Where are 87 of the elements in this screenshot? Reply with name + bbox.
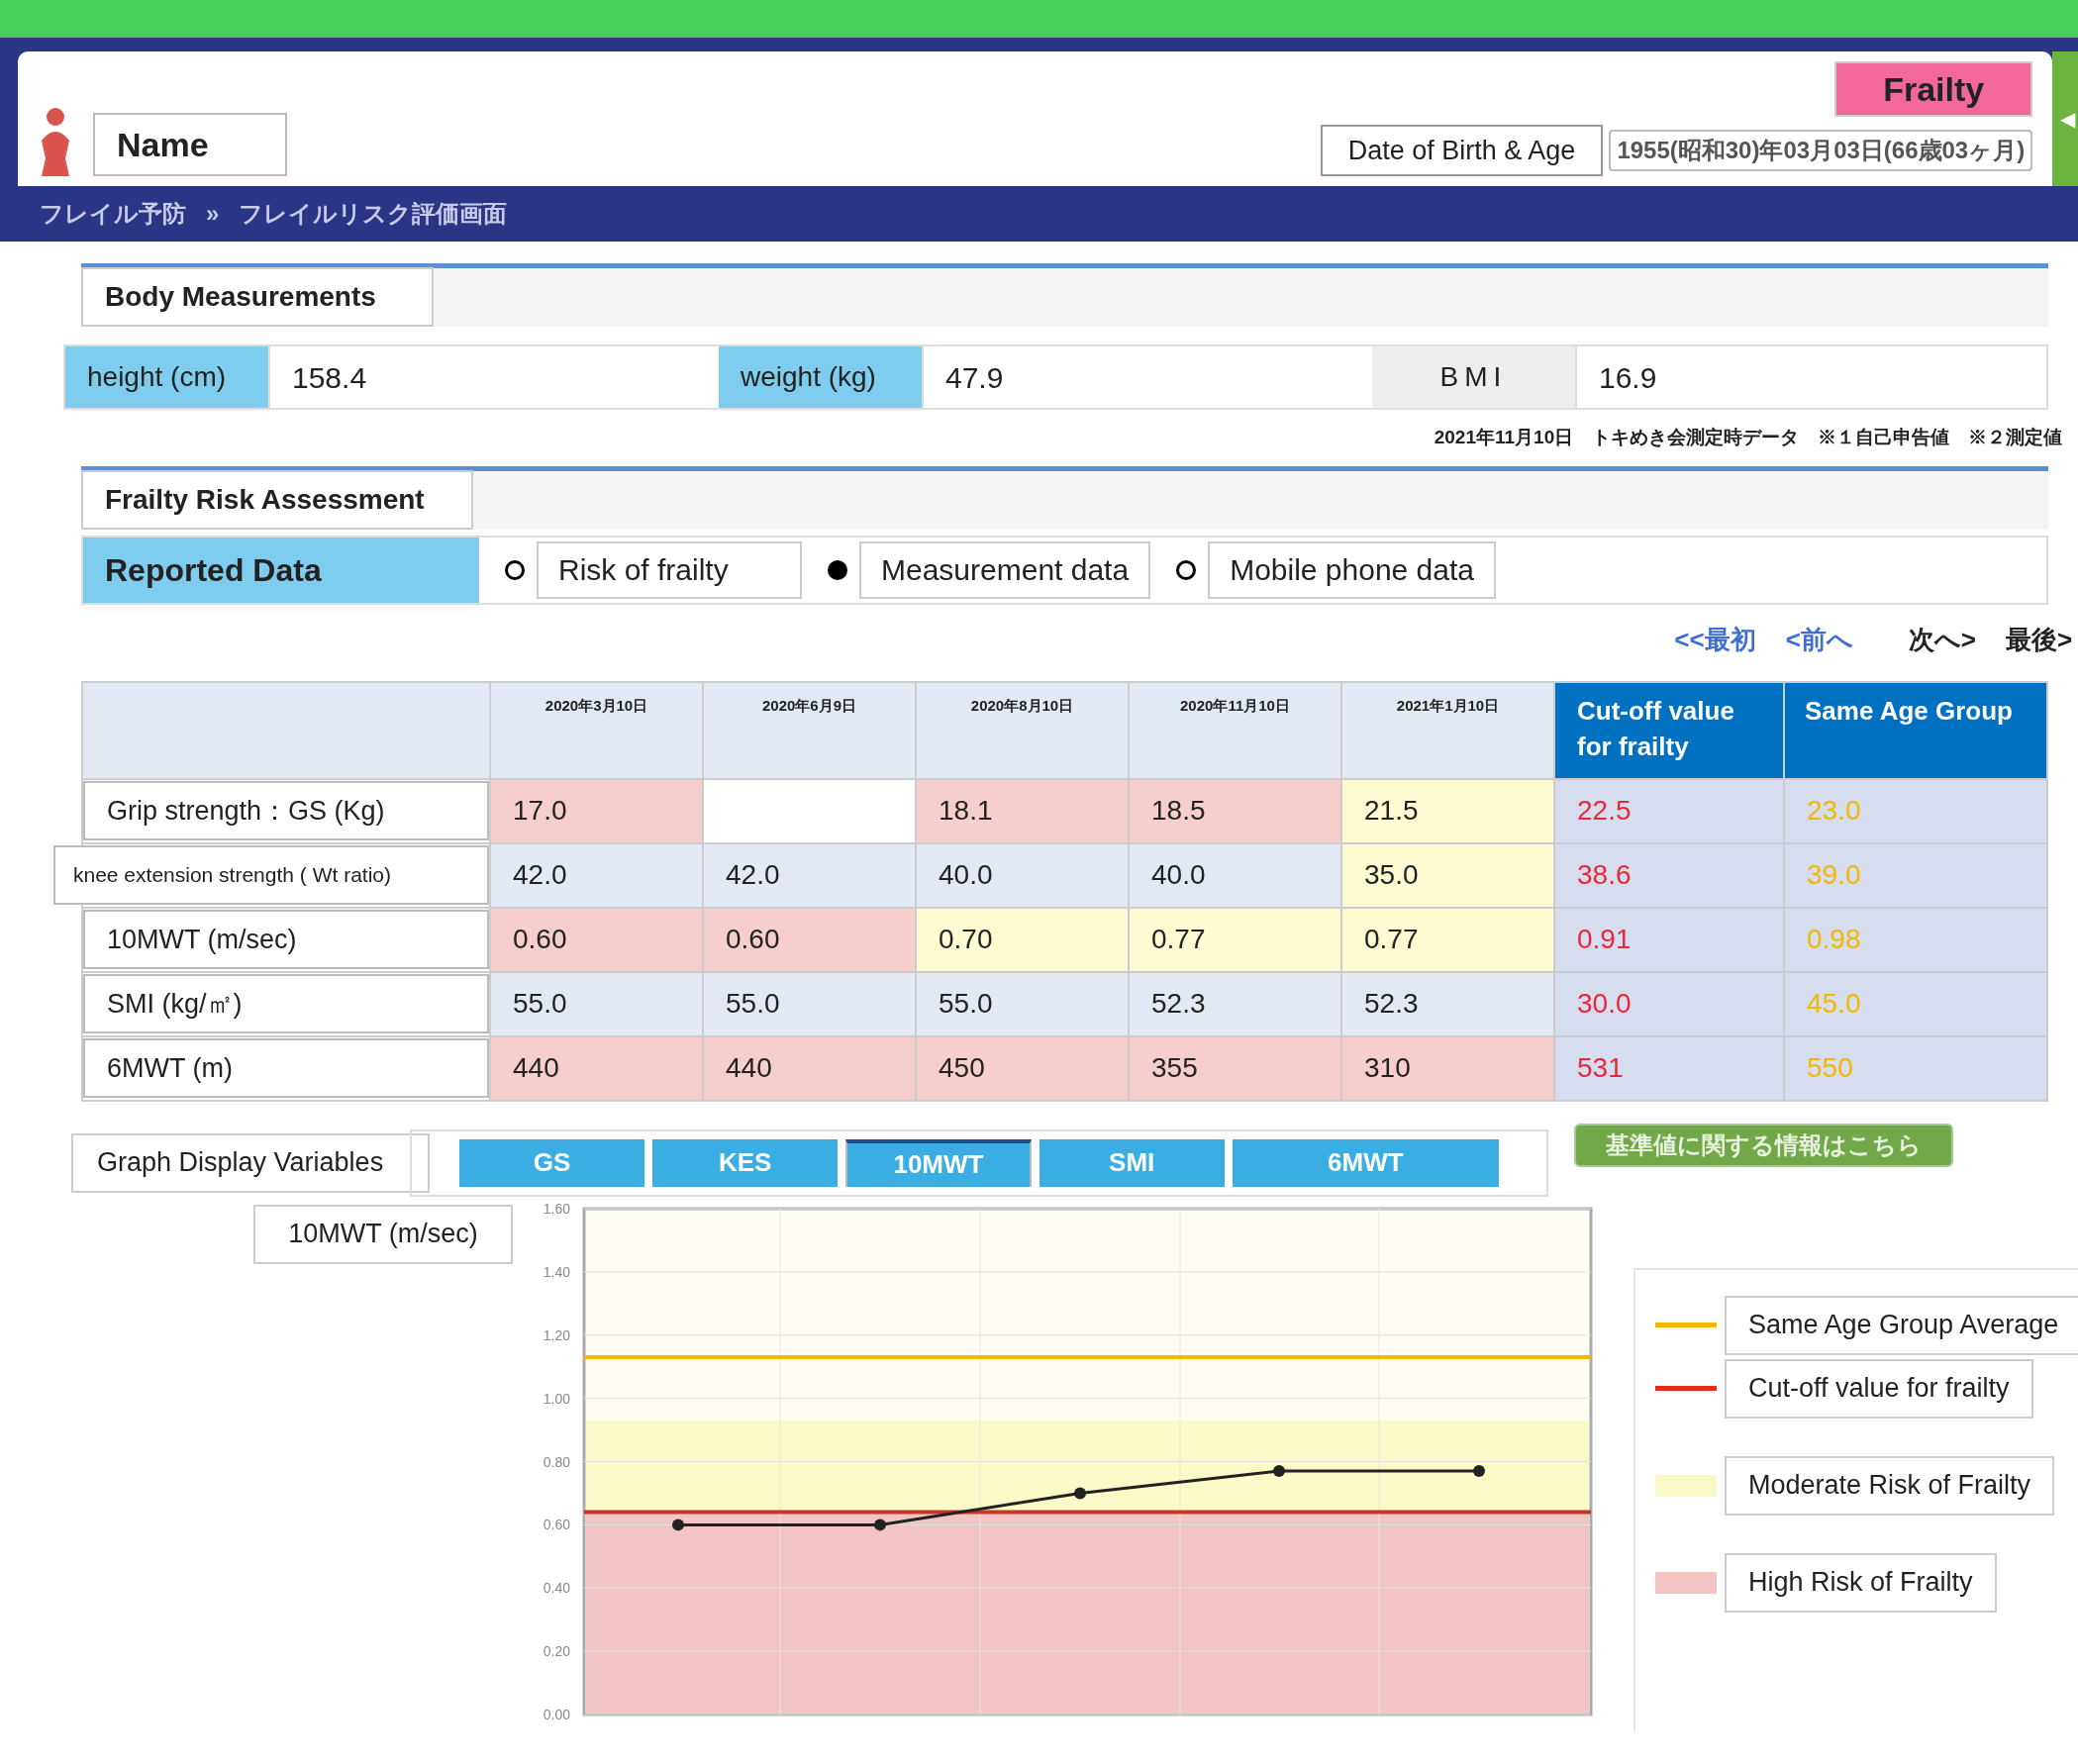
section-title: Graph Display Variables [71,1132,430,1193]
table-cell: 550 [1785,1036,2047,1100]
table-cell: 355 [1130,1036,1342,1100]
measurement-label: BMI [1372,346,1575,408]
column-header: 2020年11月10日 [1130,682,1342,778]
variable-label: 10MWT (m/sec) [253,1204,513,1264]
table-cell: 45.0 [1785,972,2047,1035]
row-label: 6MWT (m) [83,1038,489,1098]
pager-link[interactable]: 次へ> [1908,620,1977,659]
pager-link[interactable]: 最後> [2006,620,2073,659]
row-label: 10MWT (m/sec) [83,910,489,969]
table-cell: 18.1 [917,779,1130,842]
y-tick-label: 0.40 [543,1579,570,1596]
pager-link[interactable]: <<最初 [1674,620,1756,659]
table-cell: 0.60 [704,908,917,971]
frailty-badge: Frailty [1834,61,2033,117]
graph-tab[interactable]: SMI [1039,1138,1225,1187]
table-cell: 531 [1555,1036,1785,1100]
measurement-note: 2021年11月10日 トキめき会測定時データ ※１自己申告値 ※２測定値 [1434,426,2063,449]
data-point [874,1518,886,1530]
radio-label: Mobile phone data [1208,540,1496,599]
row-label: Grip strength：GS (Kg) [83,781,489,840]
data-point [672,1518,684,1530]
pager-link[interactable]: <前へ [1785,620,1853,659]
table-cell: 440 [491,1036,704,1100]
section-title: Frailty Risk Assessment [81,469,473,530]
table-cell: 310 [1342,1036,1555,1100]
data-point [1473,1464,1485,1477]
breadcrumb-separator: » [206,199,220,229]
table-cell: 23.0 [1785,779,2047,842]
breadcrumb-link[interactable]: フレイルリスク評価画面 [239,196,508,232]
radio-button[interactable] [1176,559,1197,580]
y-tick-label: 1.00 [543,1390,570,1407]
dob-value: 1955(昭和30)年03月03日(66歳03ヶ月) [1609,130,2033,171]
table-cell: 22.5 [1555,779,1785,842]
y-tick-label: 0.60 [543,1516,570,1532]
y-tick-label: 0.00 [543,1706,570,1722]
measurement-label: weight (kg) [719,346,922,408]
graph-tab[interactable]: KES [652,1138,839,1187]
radio-button[interactable] [505,559,525,580]
graph-tab[interactable]: 10MWT [845,1138,1032,1187]
table-cell: 21.5 [1342,779,1555,842]
radio-button[interactable] [828,559,847,580]
column-header: Same Age Group [1785,682,2047,778]
table-cell: 0.91 [1555,908,1785,971]
measurement-label: height (cm) [65,346,268,408]
table-cell: 39.0 [1785,843,2047,907]
collapse-tab[interactable]: ◀ [2052,51,2078,186]
section-title: Body Measurements [81,267,434,327]
radio-label: Measurement data [859,540,1151,599]
table-cell: 35.0 [1342,843,1555,907]
radio-label: Risk of frailty [537,540,802,599]
data-point [1273,1464,1285,1477]
table-cell: 450 [917,1036,1130,1100]
column-header: 2020年8月10日 [917,682,1130,778]
dob-label: Date of Birth & Age [1320,125,1604,176]
name-label: Name [93,113,287,176]
legend-label: Cut-off value for frailty [1725,1358,2033,1419]
y-tick-label: 0.20 [543,1642,570,1659]
table-cell: 38.6 [1555,843,1785,907]
table-cell: 440 [704,1036,917,1100]
reported-data-label: Reported Data [83,537,479,603]
legend-label: High Risk of Frailty [1725,1552,1997,1613]
row-label: knee extension strength ( Wt ratio) [53,845,489,905]
column-header: 2020年6月9日 [704,682,917,778]
data-point [1074,1486,1086,1499]
graph-tab[interactable]: 6MWT [1232,1138,1499,1187]
info-button[interactable]: 基準値に関する情報はこちら [1574,1123,1953,1167]
y-tick-label: 0.80 [543,1453,570,1469]
graph-tab[interactable]: GS [459,1138,645,1187]
breadcrumb-link[interactable]: フレイル予防 [40,196,186,232]
table-cell: 0.77 [1130,908,1342,971]
table-cell: 0.60 [491,908,704,971]
table-cell: 18.5 [1130,779,1342,842]
row-label: SMI (kg/㎡) [83,974,489,1033]
column-header: 2020年3月10日 [491,682,704,778]
table-cell: 0.98 [1785,908,2047,971]
legend-label: Same Age Group Average [1725,1295,2078,1355]
legend-label: Moderate Risk of Frailty [1725,1455,2055,1516]
table-cell: 0.70 [917,908,1130,971]
y-tick-label: 1.60 [543,1200,570,1217]
table-cell: 30.0 [1555,972,1785,1035]
y-tick-label: 1.40 [543,1263,570,1280]
table-cell: 17.0 [491,779,704,842]
y-tick-label: 1.20 [543,1326,570,1343]
column-header: Cut-off value for frailty [1555,682,1785,778]
table-cell: 0.77 [1342,908,1555,971]
